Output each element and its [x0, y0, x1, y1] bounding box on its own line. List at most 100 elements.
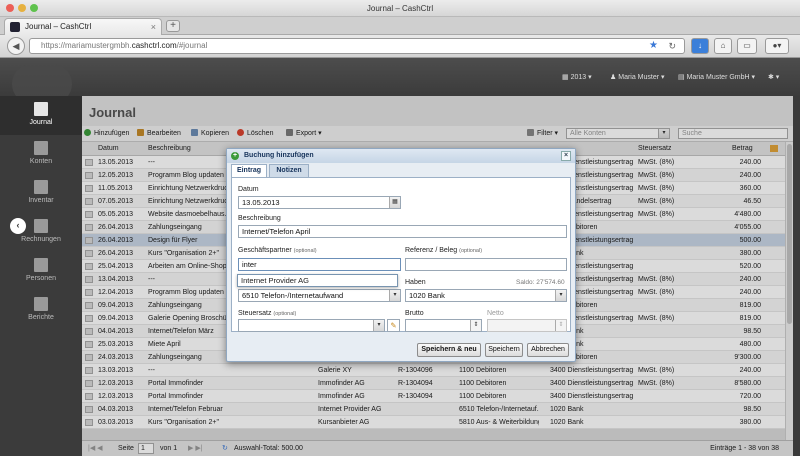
url-prefix: https://mariamustergmbh.: [41, 41, 132, 50]
url-bar[interactable]: https://mariamustergmbh.cashctrl.com/#jo…: [29, 38, 685, 54]
saldo-text: Saldo: 27'574.60: [516, 279, 565, 286]
extension-button[interactable]: ●▾: [765, 38, 789, 54]
chevron-down-icon[interactable]: ▾: [555, 290, 566, 301]
steuersatz-optional: (optional): [273, 311, 297, 317]
maximize-window-button[interactable]: [30, 4, 38, 12]
ref-optional: (optional): [459, 248, 483, 254]
soll-account-select[interactable]: 6510 Telefon-/Internetaufwand ▾: [238, 289, 401, 302]
company-menu[interactable]: ▤ Maria Muster GmbH ▾: [678, 73, 755, 81]
datum-label: Datum: [238, 186, 259, 193]
sidebar-item-label: Personen: [26, 275, 56, 282]
tab-notizen[interactable]: Notizen: [269, 164, 309, 177]
close-window-button[interactable]: [6, 4, 14, 12]
user-name: Maria Muster: [618, 74, 660, 81]
steuersatz-select[interactable]: ▾: [238, 319, 385, 332]
back-button[interactable]: ◀: [7, 37, 25, 55]
chevron-down-icon[interactable]: ▾: [389, 290, 400, 301]
haben-label: Haben: [405, 279, 426, 286]
sidebar-item-label: Inventar: [28, 197, 54, 204]
dialog-title: Buchung hinzufügen: [244, 152, 314, 159]
brutto-label: Brutto: [405, 310, 424, 317]
user-menu[interactable]: ♟ Maria Muster ▾: [610, 73, 665, 81]
ref-label-text: Referenz / Beleg: [405, 247, 458, 254]
browser-tabbar: Journal – CashCtrl × +: [0, 17, 800, 35]
add-booking-dialog: + Buchung hinzufügen × Eintrag Notizen D…: [226, 148, 576, 362]
new-tab-button[interactable]: +: [166, 20, 180, 32]
netto-label: Netto: [487, 310, 504, 317]
close-icon[interactable]: ×: [561, 151, 571, 161]
brutto-field[interactable]: ⇕: [405, 319, 482, 332]
datum-field[interactable]: 13.05.2013 ▦: [238, 196, 401, 209]
bookmark-star-icon[interactable]: ★: [649, 39, 658, 53]
sidebar-item-journal[interactable]: Journal: [0, 96, 82, 135]
sidebar-item-personen[interactable]: Personen: [0, 252, 82, 291]
browser-navbar: ◀ https://mariamustergmbh.cashctrl.com/#…: [0, 35, 800, 58]
partner-optional: (optional): [293, 248, 317, 254]
sidebar-item-label: Rechnungen: [21, 236, 61, 243]
year-value: 2013: [570, 74, 587, 81]
netto-field: ⇕: [487, 319, 567, 332]
partner-label-text: Geschäftspartner: [238, 247, 292, 254]
window-controls: [6, 4, 38, 12]
collapse-sidebar-button[interactable]: ‹: [10, 218, 26, 234]
ref-field[interactable]: [405, 258, 567, 271]
calendar-icon[interactable]: ▦: [389, 197, 400, 208]
dialog-header: + Buchung hinzufügen ×: [227, 149, 575, 163]
downloads-button[interactable]: ↓: [691, 38, 709, 54]
datum-value: 13.05.2013: [242, 198, 280, 207]
tab-eintrag[interactable]: Eintrag: [231, 164, 267, 177]
year-selector[interactable]: ▦ 2013 ▾: [562, 73, 592, 81]
sidebar-toggle-button[interactable]: ▭: [737, 38, 757, 54]
add-icon: +: [231, 152, 239, 160]
save-and-new-button[interactable]: Speichern & neu: [417, 343, 481, 357]
beschreibung-label: Beschreibung: [238, 215, 281, 222]
tab-label: Journal – CashCtrl: [25, 22, 92, 31]
url-suffix: /#journal: [176, 41, 208, 50]
haben-account-select[interactable]: 1020 Bank ▾: [405, 289, 567, 302]
home-button[interactable]: ⌂: [714, 38, 732, 54]
minimize-window-button[interactable]: [18, 4, 26, 12]
chart-icon: [34, 297, 48, 311]
sidebar-item-label: Konten: [29, 158, 53, 165]
window-title: Journal – CashCtrl: [366, 4, 434, 13]
edit-tax-icon[interactable]: ✎: [387, 319, 400, 332]
dialog-form: Datum 13.05.2013 ▦ Beschreibung Internet/…: [231, 177, 571, 332]
save-button[interactable]: Speichern: [485, 343, 523, 357]
sidebar: Journal Konten Inventar Rechnungen Perso…: [0, 96, 82, 456]
partner-value: inter: [242, 260, 257, 269]
dialog-footer: Speichern & neu Speichern Abbrechen: [227, 335, 575, 361]
autocomplete-text: Internet Provider AG: [241, 276, 309, 285]
steuersatz-label: Steuersatz (optional): [238, 310, 296, 317]
invoice-icon: [34, 219, 48, 233]
haben-value: 1020 Bank: [409, 291, 445, 300]
sidebar-item-label: Journal: [29, 119, 53, 126]
person-icon: [34, 258, 48, 272]
autocomplete-suggestion[interactable]: Internet Provider AG: [237, 274, 398, 287]
favicon-icon: [10, 22, 20, 32]
sidebar-item-konten[interactable]: Konten: [0, 135, 82, 174]
sidebar-item-label: Berichte: [28, 314, 54, 321]
cancel-button[interactable]: Abbrechen: [527, 343, 569, 357]
sidebar-item-inventar[interactable]: Inventar: [0, 174, 82, 213]
window-titlebar: Journal – CashCtrl: [0, 0, 800, 17]
partner-label: Geschäftspartner (optional): [238, 247, 317, 254]
gear-icon[interactable]: ✱ ▾: [768, 73, 779, 81]
browser-tab[interactable]: Journal – CashCtrl ×: [4, 18, 162, 35]
beschreibung-value: Internet/Telefon April: [242, 227, 311, 236]
stepper-icon[interactable]: ⇕: [470, 320, 481, 331]
sidebar-item-berichte[interactable]: Berichte: [0, 291, 82, 330]
beschreibung-field[interactable]: Internet/Telefon April: [238, 225, 567, 238]
app-topnav: ▦ 2013 ▾ ♟ Maria Muster ▾ ▤ Maria Muster…: [0, 58, 800, 104]
soll-value: 6510 Telefon-/Internetaufwand: [242, 291, 344, 300]
inventory-icon: [34, 180, 48, 194]
tab-close-icon[interactable]: ×: [151, 19, 156, 35]
book-icon: [34, 102, 48, 116]
url-domain: cashctrl.com: [131, 41, 177, 50]
company-name: Maria Muster GmbH: [686, 74, 750, 81]
chevron-down-icon[interactable]: ▾: [373, 320, 384, 331]
partner-field[interactable]: inter: [238, 258, 401, 271]
ref-label: Referenz / Beleg (optional): [405, 247, 482, 254]
bank-icon: [34, 141, 48, 155]
stepper-icon: ⇕: [555, 320, 566, 331]
reload-icon[interactable]: ↻: [668, 39, 676, 53]
